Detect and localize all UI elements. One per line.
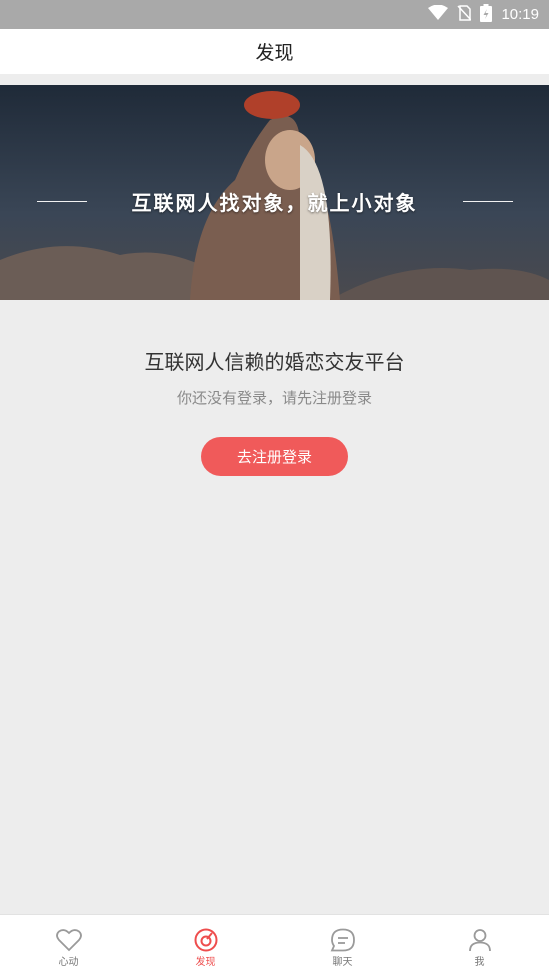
status-time: 10:19 <box>501 6 539 23</box>
login-prompt: 你还没有登录，请先注册登录 <box>176 389 372 407</box>
battery-icon <box>480 3 493 26</box>
banner[interactable]: 互联网人找对象，就上小对象 <box>0 85 549 300</box>
discover-icon <box>194 928 217 952</box>
header: 发现 <box>0 29 549 74</box>
tab-chat[interactable]: 聊天 <box>274 915 411 977</box>
heart-icon <box>55 929 82 952</box>
register-login-button[interactable]: 去注册登录 <box>201 437 348 476</box>
tab-label-discover: 发现 <box>195 957 216 968</box>
wifi-icon <box>428 4 449 25</box>
tab-label-chat: 聊天 <box>332 957 353 968</box>
banner-slogan: 互联网人找对象，就上小对象 <box>131 191 418 215</box>
tab-me[interactable]: 我 <box>411 915 548 977</box>
bottom-tab-bar: 心动 发现 聊天 我 <box>0 914 549 977</box>
no-sim-icon <box>457 4 473 25</box>
tab-heartbeat[interactable]: 心动 <box>0 915 137 977</box>
page-title: 发现 <box>255 42 294 64</box>
status-bar: 10:19 <box>0 0 549 29</box>
tab-label-me: 我 <box>474 957 485 968</box>
tab-label-heartbeat: 心动 <box>58 957 79 968</box>
status-icons: 10:19 <box>428 0 539 29</box>
tab-discover[interactable]: 发现 <box>137 915 274 977</box>
chat-icon <box>330 928 355 952</box>
promo-title: 互联网人信赖的婚恋交友平台 <box>144 350 405 374</box>
profile-icon <box>468 929 491 952</box>
